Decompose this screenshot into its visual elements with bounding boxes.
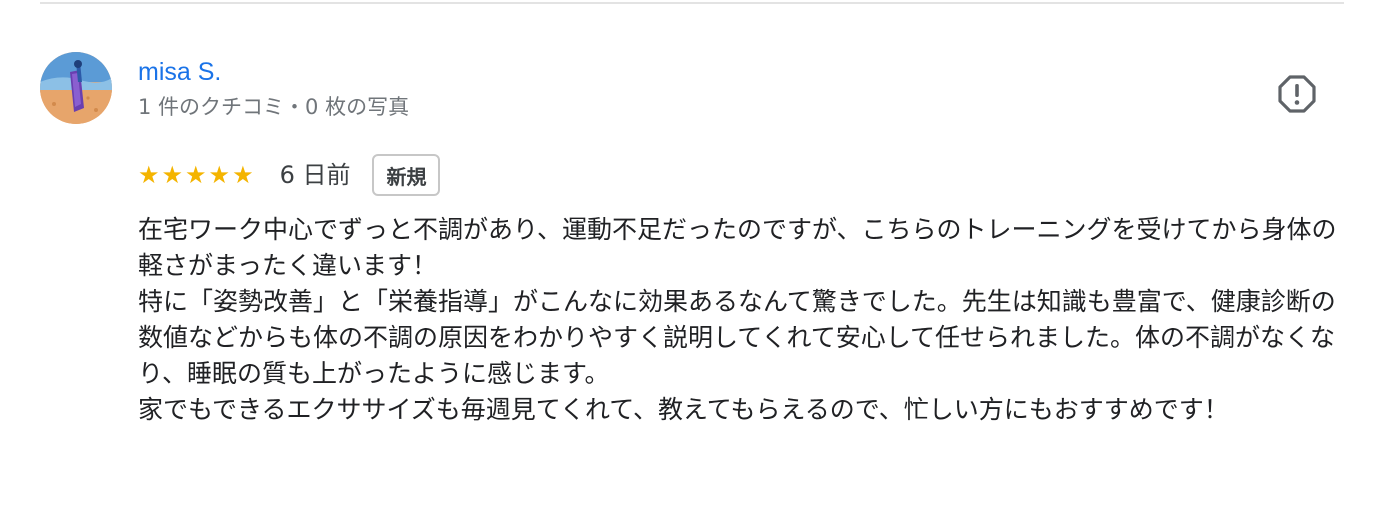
review-paragraph: 在宅ワーク中心でずっと不調があり、運動不足だったのですが、こちらのトレーニングを…	[138, 215, 1337, 280]
report-review-button[interactable]	[1277, 74, 1317, 114]
review-paragraph: 家でもできるエクササイズも毎週見てくれて、教えてもらえるので、忙しい方にもおすす…	[138, 395, 1229, 424]
star-icon: ★	[161, 161, 184, 189]
review-date: 6 日前	[279, 161, 351, 189]
new-badge: 新規	[372, 154, 441, 196]
star-icon: ★	[208, 161, 231, 189]
review-paragraph: 特に「姿勢改善」と「栄養指導」がこんなに効果あるなんて驚きでした。先生は知識も豊…	[138, 287, 1336, 388]
reviewer-name-link[interactable]: misa S.	[138, 56, 221, 88]
avatar-image	[40, 52, 112, 124]
rating-row: ★ ★ ★ ★ ★ 6 日前 新規	[138, 152, 441, 198]
star-icon: ★	[232, 161, 254, 189]
divider	[40, 2, 1344, 4]
review-text: 在宅ワーク中心でずっと不調があり、運動不足だったのですが、こちらのトレーニングを…	[138, 212, 1338, 428]
reviewer-stats: 1 件のクチコミ・0 枚の写真	[138, 95, 410, 119]
star-icon: ★	[185, 161, 207, 189]
review-card: misa S. 1 件のクチコミ・0 枚の写真 ★ ★ ★ ★ ★ 6 日前 新…	[0, 0, 1392, 516]
reviewer-avatar[interactable]	[40, 52, 112, 124]
report-icon	[1278, 75, 1316, 113]
star-rating: ★ ★ ★ ★ ★	[138, 152, 256, 198]
star-icon: ★	[138, 161, 160, 189]
